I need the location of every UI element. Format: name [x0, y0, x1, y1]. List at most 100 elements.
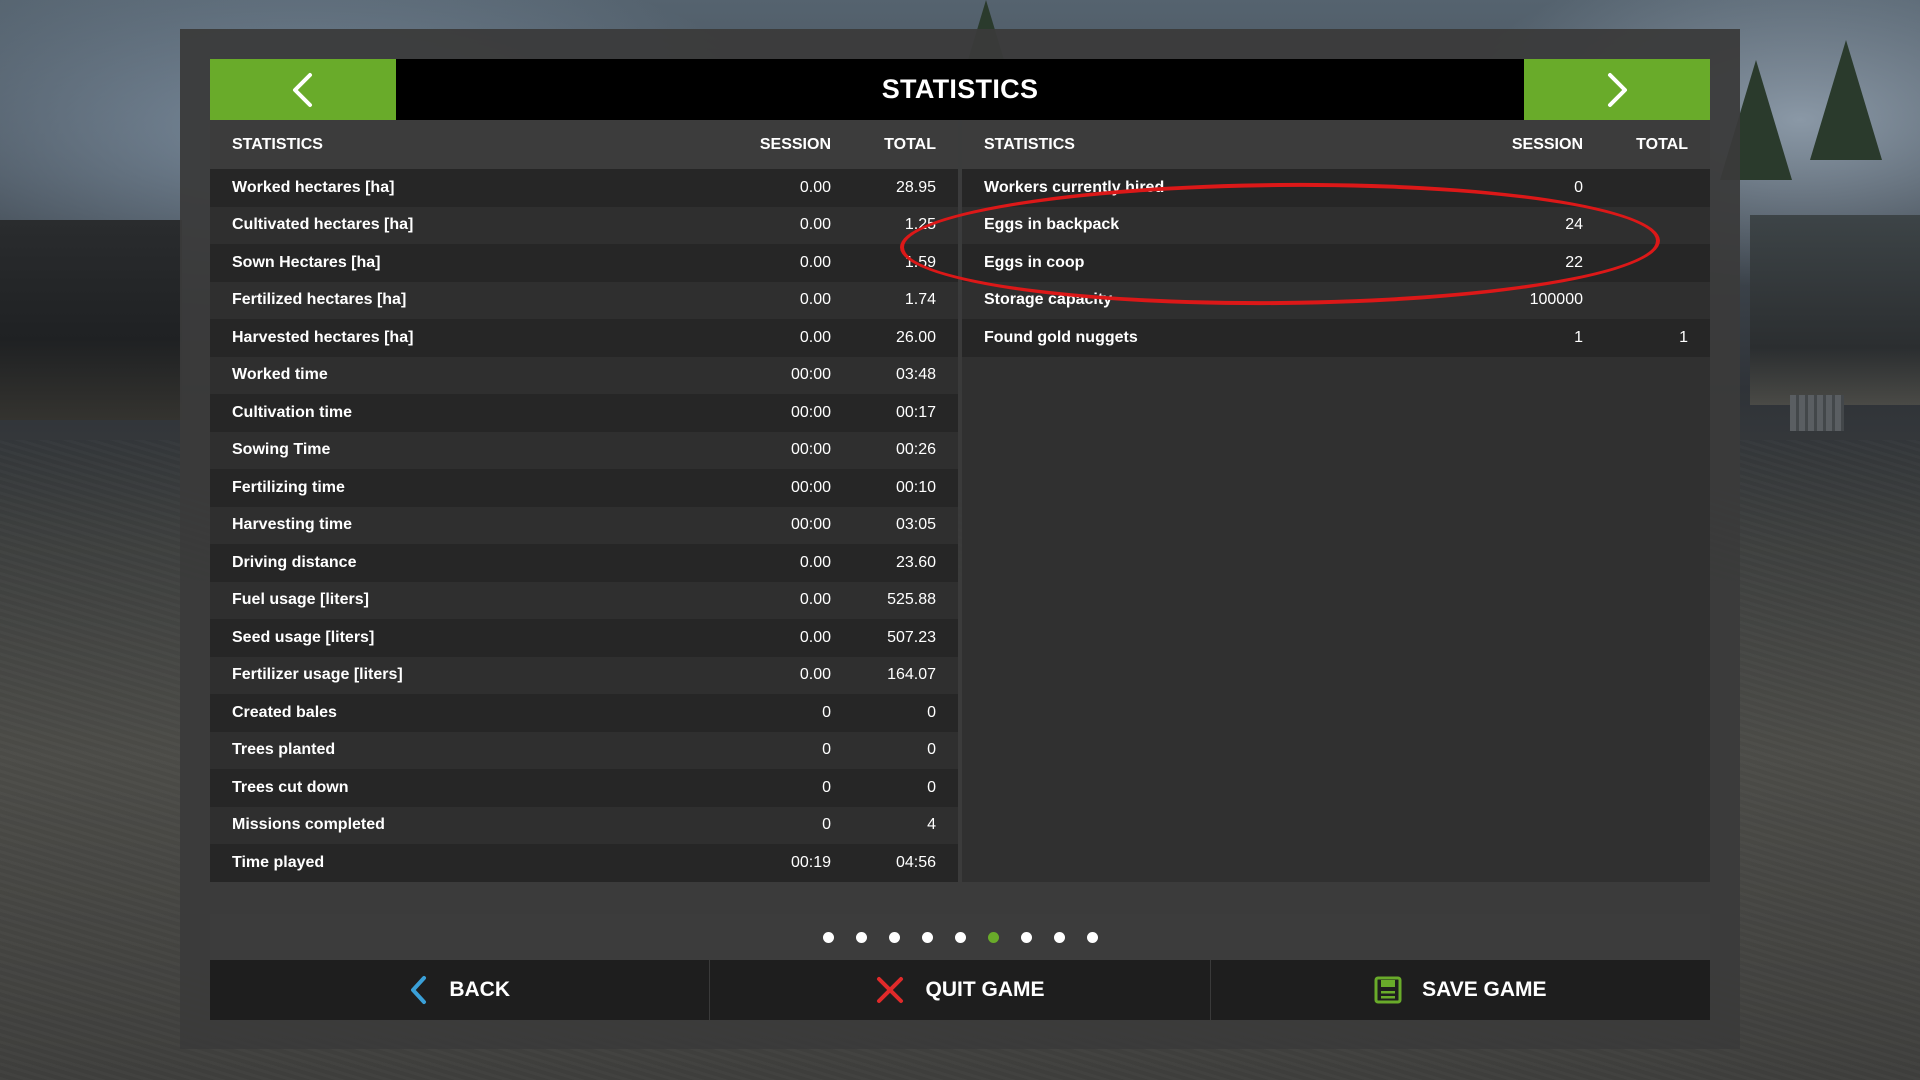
table-row: Workers currently hired 0 [962, 169, 1710, 207]
session-value: 00:00 [790, 478, 831, 496]
page-dot[interactable] [855, 931, 867, 943]
total-value: 4 [927, 816, 936, 834]
stat-name: Trees planted [232, 741, 336, 759]
stat-name: Time played [232, 853, 325, 871]
page-dot[interactable] [1020, 931, 1032, 943]
table-row: Fertilizing time 00:00 00:10 [210, 469, 958, 507]
floppy-disk-icon [1374, 976, 1402, 1004]
column-header-total: TOTAL [884, 135, 936, 153]
table-row: Sown Hectares [ha] 0.00 1.59 [210, 244, 958, 282]
column-header-session: SESSION [759, 135, 831, 153]
table-row: Trees cut down 0 0 [210, 769, 958, 807]
page-dot[interactable] [954, 931, 966, 943]
table-row: Fuel usage [liters] 0.00 525.88 [210, 581, 958, 619]
total-value: 525.88 [887, 591, 936, 609]
total-value: 507.23 [887, 628, 936, 646]
page-dot[interactable] [888, 931, 900, 943]
session-value: 0.00 [799, 253, 831, 271]
previous-page-button[interactable] [210, 59, 396, 120]
session-value: 0.00 [799, 216, 831, 234]
session-value: 0.00 [799, 591, 831, 609]
page-dot-active[interactable] [987, 931, 999, 943]
column-header-session: SESSION [1511, 135, 1583, 153]
table-row: Eggs in backpack 24 [962, 206, 1710, 244]
table-row: Storage capacity 100000 [962, 281, 1710, 319]
session-value: 0 [822, 816, 831, 834]
column-header-statistics: STATISTICS [232, 135, 323, 153]
total-value: 00:10 [895, 478, 936, 496]
footer-bar: BACK QUIT GAME SAVE GAME [210, 960, 1710, 1020]
page-dot[interactable] [822, 931, 834, 943]
stat-name: Worked hectares [ha] [232, 178, 395, 196]
stat-name: Trees cut down [232, 778, 349, 796]
total-value: 23.60 [895, 553, 936, 571]
session-value: 0.00 [799, 553, 831, 571]
session-value: 24 [1565, 216, 1583, 234]
total-value: 1.74 [904, 291, 936, 309]
total-value: 26.00 [895, 328, 936, 346]
session-value: 0.00 [799, 666, 831, 684]
total-value: 28.95 [895, 178, 936, 196]
next-page-button[interactable] [1524, 59, 1710, 120]
total-value: 1 [1679, 328, 1688, 346]
stat-name: Storage capacity [984, 291, 1113, 309]
stat-name: Cultivation time [232, 403, 353, 421]
tree-background [1810, 40, 1882, 160]
total-value: 00:26 [895, 441, 936, 459]
table-row: Sowing Time 00:00 00:26 [210, 431, 958, 469]
chevron-right-icon [1608, 72, 1627, 107]
total-value: 03:05 [895, 516, 936, 534]
total-value: 1.59 [904, 253, 936, 271]
page-dot[interactable] [921, 931, 933, 943]
page-title: STATISTICS [881, 74, 1039, 104]
quit-game-button[interactable]: QUIT GAME [710, 960, 1211, 1020]
general-statistics-table: STATISTICS SESSION TOTAL Worked hectares… [210, 120, 958, 882]
save-game-label: SAVE GAME [1422, 978, 1547, 1001]
table-header: STATISTICS SESSION TOTAL [210, 120, 958, 169]
session-value: 00:00 [790, 516, 831, 534]
chevron-left-icon [293, 72, 312, 107]
table-body: Worked hectares [ha] 0.00 28.95 Cultivated … [210, 169, 958, 882]
total-value: 0 [927, 703, 936, 721]
page-dot[interactable] [1086, 931, 1098, 943]
session-value: 00:00 [790, 403, 831, 421]
session-value: 22 [1565, 253, 1583, 271]
stat-name: Created bales [232, 703, 337, 721]
total-value: 1.25 [904, 216, 936, 234]
shed-left-background [0, 220, 182, 420]
table-row: Cultivation time 00:00 00:17 [210, 394, 958, 432]
session-value: 0.00 [799, 328, 831, 346]
page-indicator [210, 914, 1710, 960]
save-game-button[interactable]: SAVE GAME [1211, 960, 1710, 1020]
stat-name: Missions completed [232, 816, 385, 834]
session-value: 0.00 [799, 178, 831, 196]
table-row: Time played 00:19 04:56 [210, 844, 958, 882]
table-row: Worked time 00:00 03:48 [210, 356, 958, 394]
table-row: Found gold nuggets 1 1 [962, 319, 1710, 357]
stat-name: Driving distance [232, 553, 357, 571]
shed-right-background [1750, 215, 1920, 405]
column-header-total: TOTAL [1636, 135, 1688, 153]
table-row: Eggs in coop 22 [962, 244, 1710, 282]
table-row: Worked hectares [ha] 0.00 28.95 [210, 169, 958, 207]
stat-name: Eggs in backpack [984, 216, 1120, 234]
sign-background [1790, 395, 1844, 431]
header-bar: STATISTICS [210, 59, 1710, 120]
back-button[interactable]: BACK [210, 960, 711, 1020]
back-label: BACK [449, 978, 510, 1001]
session-value: 0 [1574, 178, 1583, 196]
total-value: 0 [927, 741, 936, 759]
stat-name: Eggs in coop [984, 253, 1085, 271]
session-value: 0 [822, 741, 831, 759]
table-row: Created bales 0 0 [210, 694, 958, 732]
stat-name: Harvesting time [232, 516, 353, 534]
stat-name: Found gold nuggets [984, 328, 1138, 346]
session-value: 0.00 [799, 628, 831, 646]
table-row: Harvesting time 00:00 03:05 [210, 506, 958, 544]
table-row: Missions completed 0 4 [210, 806, 958, 844]
stat-name: Sowing Time [232, 441, 331, 459]
total-value: 164.07 [887, 666, 936, 684]
stat-name: Worked time [232, 366, 328, 384]
page-dot[interactable] [1053, 931, 1065, 943]
table-row: Driving distance 0.00 23.60 [210, 544, 958, 582]
